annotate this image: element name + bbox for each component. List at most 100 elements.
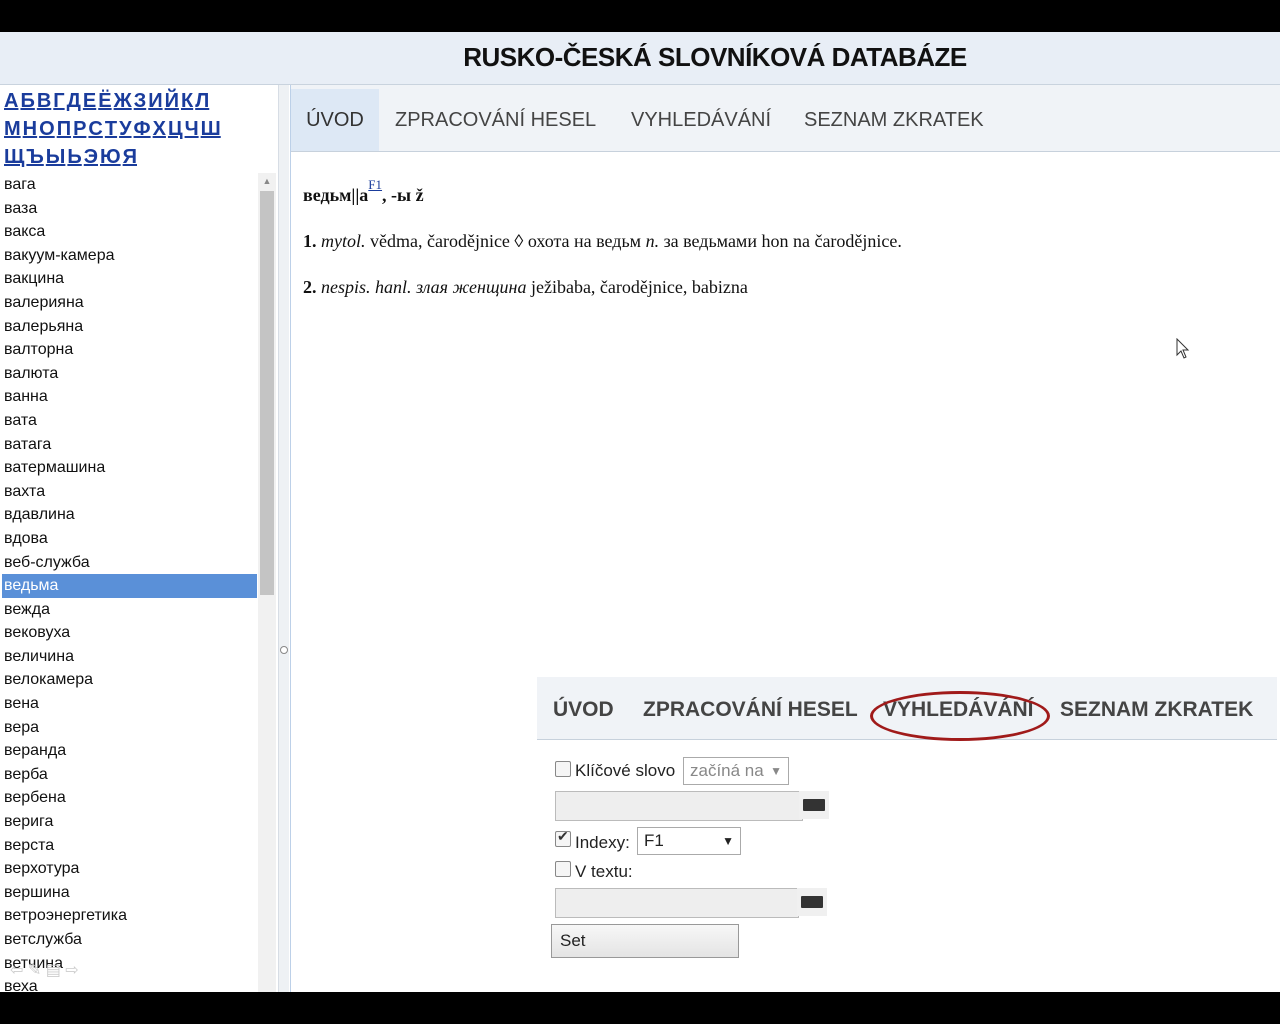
word-list-item[interactable]: вежда [2, 598, 257, 622]
word-list-item[interactable]: вата [2, 409, 257, 433]
word-list-item[interactable]: верхотура [2, 857, 257, 881]
vtextu-input[interactable] [555, 888, 799, 918]
word-list-item[interactable]: вакуум-камера [2, 244, 257, 268]
vtextu-checkbox[interactable] [555, 861, 571, 877]
back-arrow-icon[interactable]: ⇦ [10, 962, 23, 979]
word-list-item[interactable]: вакса [2, 220, 257, 244]
word-list-item[interactable]: веб-служба [2, 551, 257, 575]
word-list-item[interactable]: валерьяна [2, 315, 257, 339]
letter-link[interactable]: Я [123, 146, 137, 168]
word-list-item[interactable]: веранда [2, 739, 257, 763]
word-list-item[interactable]: вакцина [2, 267, 257, 291]
letter-link[interactable]: Н [23, 118, 37, 140]
letter-link[interactable]: З [134, 90, 147, 112]
letter-link[interactable]: Ц [168, 118, 183, 140]
word-list-item[interactable]: ветроэнергетика [2, 904, 257, 928]
word-list-item[interactable]: валюта [2, 362, 257, 386]
word-list-item[interactable]: валторна [2, 338, 257, 362]
letter-link[interactable]: Ж [114, 90, 132, 112]
word-list-item[interactable]: вена [2, 692, 257, 716]
word-list-item[interactable]: вдова [2, 527, 257, 551]
keyboard-icon [801, 896, 823, 908]
letter-link[interactable]: Т [105, 118, 117, 140]
word-list-item[interactable]: величина [2, 645, 257, 669]
keyword-input[interactable] [555, 791, 803, 821]
letter-link[interactable]: Ю [100, 146, 121, 168]
tab-zpracovani-hesel[interactable]: ZPRACOVÁNÍ HESEL [395, 89, 596, 151]
dictionary-entry: ведьм||аF1, -ы ž 1. mytol. vědma, čarodě… [303, 177, 1243, 323]
entry-headword: ведьм||а [303, 185, 369, 205]
word-list-item[interactable]: ванна [2, 385, 257, 409]
menu-icon[interactable]: ▤ [46, 962, 61, 979]
indexy-checkbox[interactable] [555, 828, 571, 847]
pen-icon[interactable]: ✎ [28, 962, 41, 979]
word-list-item[interactable]: вага [2, 173, 257, 197]
tab-uvod[interactable]: ÚVOD [291, 89, 379, 151]
tab-seznam-zkratek[interactable]: SEZNAM ZKRATEK [804, 89, 984, 151]
letter-link[interactable]: П [57, 118, 71, 140]
wordlist-scrollbar[interactable]: ▲ [258, 173, 276, 992]
keyword-checkbox[interactable] [555, 761, 571, 777]
set-button[interactable]: Set [551, 924, 739, 958]
letter-link[interactable]: Р [73, 118, 86, 140]
word-list-item[interactable]: вахта [2, 480, 257, 504]
tab-vyhledavani[interactable]: VYHLEDÁVÁNÍ [631, 89, 771, 151]
letter-link[interactable]: Б [20, 90, 34, 112]
word-list-item[interactable]: вдавлина [2, 503, 257, 527]
word-list-item[interactable]: вера [2, 716, 257, 740]
pane-splitter[interactable] [279, 85, 289, 992]
inset-tab-uvod[interactable]: ÚVOD [553, 677, 614, 739]
splitter-handle-icon[interactable] [280, 646, 288, 654]
word-list-item[interactable]: велокамера [2, 668, 257, 692]
sense-1-translation: hon na čarodějnice. [761, 231, 902, 251]
vtextu-label: V textu: [575, 862, 633, 881]
word-list-item[interactable]: ватермашина [2, 456, 257, 480]
letter-link[interactable]: Ё [98, 90, 111, 112]
word-list-item[interactable]: валерияна [2, 291, 257, 315]
forward-arrow-icon[interactable]: ⇨ [65, 962, 78, 979]
word-list-item[interactable]: верига [2, 810, 257, 834]
letter-link[interactable]: Г [53, 90, 64, 112]
letter-link[interactable]: Е [83, 90, 96, 112]
letter-link[interactable]: Щ [4, 146, 24, 168]
inset-tab-seznam-zkratek[interactable]: SEZNAM ZKRATEK [1060, 677, 1253, 739]
letter-link[interactable]: Д [67, 90, 81, 112]
letter-link[interactable]: Ы [46, 146, 66, 168]
letter-link[interactable]: Й [165, 90, 179, 112]
letter-link[interactable]: Л [195, 90, 209, 112]
letter-link[interactable]: А [4, 90, 18, 112]
letter-link[interactable]: Ч [185, 118, 199, 140]
letter-link[interactable]: Э [84, 146, 98, 168]
word-list-item[interactable]: вершина [2, 881, 257, 905]
letter-link[interactable]: К [181, 90, 193, 112]
letter-link[interactable]: О [39, 118, 55, 140]
scroll-up-arrow-icon[interactable]: ▲ [258, 173, 276, 189]
letter-link[interactable]: Ь [67, 146, 81, 168]
word-list-item[interactable]: вековуха [2, 621, 257, 645]
inset-tab-bar: ÚVOD ZPRACOVÁNÍ HESEL VYHLEDÁVÁNÍ SEZNAM… [537, 677, 1277, 741]
letter-link[interactable]: С [88, 118, 102, 140]
indexy-select[interactable]: F1 ▼ [637, 827, 741, 855]
letter-link[interactable]: И [148, 90, 162, 112]
scroll-thumb[interactable] [260, 191, 274, 595]
inset-tab-zpracovani-hesel[interactable]: ZPRACOVÁNÍ HESEL [643, 677, 858, 739]
letter-link[interactable]: В [37, 90, 51, 112]
letter-link[interactable]: Ш [201, 118, 221, 140]
index-link[interactable]: F1 [368, 177, 382, 192]
letter-link[interactable]: Ф [134, 118, 151, 140]
word-list-item[interactable]: ветслужба [2, 928, 257, 952]
letter-link[interactable]: У [119, 118, 131, 140]
word-list-item[interactable]: ведьма [2, 574, 257, 598]
main-tab-bar: ÚVOD ZPRACOVÁNÍ HESEL VYHLEDÁVÁNÍ SEZNAM… [291, 85, 1280, 152]
word-list-item[interactable]: верба [2, 763, 257, 787]
word-list-item[interactable]: верста [2, 834, 257, 858]
keyword-mode-select[interactable]: začíná na ▼ [683, 757, 789, 785]
letter-link[interactable]: Х [153, 118, 166, 140]
word-list-item[interactable]: вербена [2, 786, 257, 810]
letter-link[interactable]: Ъ [26, 146, 43, 168]
word-list-item[interactable]: ватага [2, 433, 257, 457]
keyboard-button[interactable] [797, 888, 827, 916]
keyboard-button[interactable] [799, 791, 829, 819]
word-list-item[interactable]: ваза [2, 197, 257, 221]
letter-link[interactable]: М [4, 118, 21, 140]
